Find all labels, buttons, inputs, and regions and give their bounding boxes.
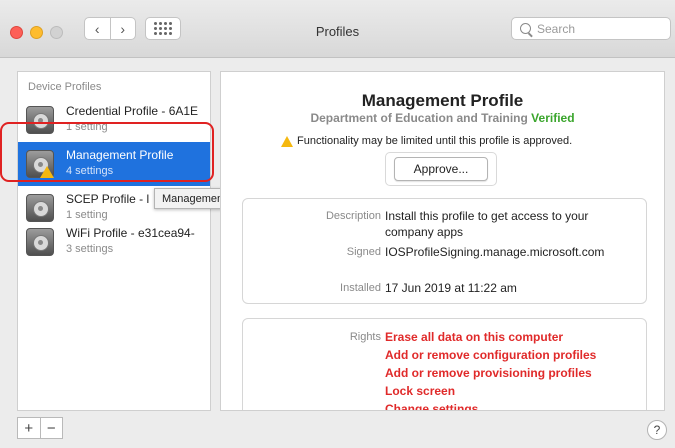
warning-icon (281, 135, 293, 147)
description-label: Description (325, 210, 381, 222)
profile-detail-pane: Management Profile Department of Educati… (220, 71, 665, 411)
profile-title: Management Profile (361, 91, 524, 110)
remove-profile-button[interactable]: − (39, 418, 63, 438)
profile-organization: Department of Education and Training Ver… (221, 111, 664, 125)
search-icon (520, 23, 531, 34)
approve-container: Approve... (385, 152, 497, 186)
sidebar-item-wifi-profile[interactable]: WiFi Profile - e31cea94- 3 settings (18, 220, 210, 264)
rights-box: Rights Erase all data on this computer A… (242, 318, 647, 411)
sidebar-item-title: Credential Profile - 6A1E (66, 104, 199, 118)
add-profile-button[interactable]: + (18, 418, 40, 438)
search-placeholder: Search (537, 21, 576, 36)
help-button[interactable]: ? (647, 420, 667, 440)
rights-item: Erase all data on this computer (385, 330, 564, 344)
approval-warning: Functionality may be limited until this … (281, 135, 572, 147)
profile-add-remove-controls: + − (17, 417, 63, 439)
sidebar-item-subtitle: 3 settings (66, 243, 114, 255)
signed-label: Signed (346, 246, 381, 258)
search-field[interactable]: Search (511, 17, 671, 40)
rights-item: Add or remove provisioning profiles (385, 366, 592, 380)
signed-value: IOSProfileSigning.manage.microsoft.com (385, 245, 605, 259)
sidebar-item-title: WiFi Profile - e31cea94- (66, 226, 195, 240)
sidebar-header: Device Profiles (28, 81, 102, 93)
rights-item: Add or remove configuration profiles (385, 348, 597, 362)
rights-list: Erase all data on this computer Add or r… (385, 328, 635, 411)
rights-item: Lock screen (385, 384, 456, 398)
profile-icon (26, 194, 54, 222)
warning-text: Functionality may be limited until this … (297, 135, 573, 147)
profile-icon (26, 228, 54, 256)
window-titlebar: ‹ › Profiles Search (0, 0, 675, 58)
installed-value: 17 Jun 2019 at 11:22 am (385, 281, 517, 295)
rights-item: Change settings (385, 402, 479, 411)
selection-highlight-annotation (0, 122, 214, 182)
organization-name: Department of Education and Training (310, 111, 528, 125)
description-value: Install this profile to get access to yo… (385, 209, 589, 239)
installed-label: Installed (340, 282, 381, 294)
profile-info-box: Description Install this profile to get … (242, 198, 647, 304)
verified-badge: Verified (531, 111, 575, 125)
approve-button[interactable]: Approve... (394, 157, 488, 181)
rights-label: Rights (349, 331, 381, 343)
